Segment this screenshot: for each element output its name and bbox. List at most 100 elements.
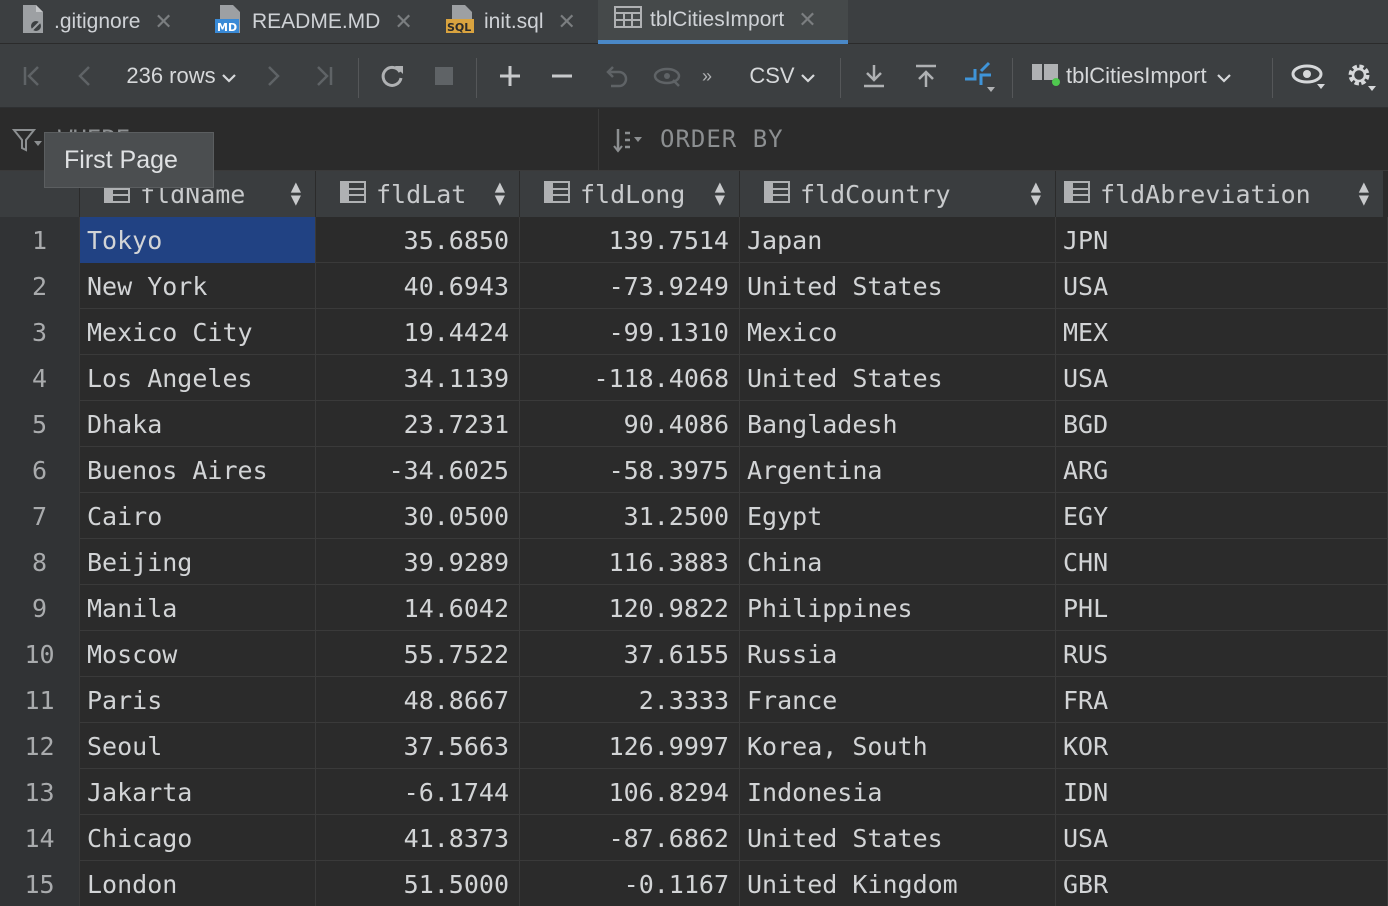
- close-icon[interactable]: ✕: [394, 9, 412, 35]
- cell-fldlong[interactable]: -0.1167: [520, 861, 740, 906]
- cell-fldname[interactable]: Seoul: [80, 723, 316, 769]
- cell-fldabreviation[interactable]: IDN: [1056, 769, 1388, 815]
- cell-fldlat[interactable]: 55.7522: [316, 631, 520, 677]
- close-icon[interactable]: ✕: [154, 9, 172, 35]
- cell-fldcountry[interactable]: Egypt: [740, 493, 1056, 539]
- cell-fldlong[interactable]: 120.9822: [520, 585, 740, 631]
- cell-fldlong[interactable]: -58.3975: [520, 447, 740, 493]
- cell-fldabreviation[interactable]: GBR: [1056, 861, 1388, 906]
- table-row[interactable]: 10 Moscow 55.7522 37.6155 Russia RUS: [0, 631, 1388, 677]
- cell-fldcountry[interactable]: Korea, South: [740, 723, 1056, 769]
- cell-fldlat[interactable]: 23.7231: [316, 401, 520, 447]
- add-row-icon[interactable]: [490, 44, 530, 108]
- table-row[interactable]: 12 Seoul 37.5663 126.9997 Korea, South KOR: [0, 723, 1388, 769]
- sort-arrows-icon[interactable]: ▲ ▼: [291, 179, 301, 209]
- table-row[interactable]: 2 New York 40.6943 -73.9249 United States USA: [0, 263, 1388, 309]
- table-row[interactable]: 3 Mexico City 19.4424 -99.1310 Mexico MEX: [0, 309, 1388, 355]
- table-row[interactable]: 7 Cairo 30.0500 31.2500 Egypt EGY: [0, 493, 1388, 539]
- tab-readme[interactable]: MD README.MD ✕: [214, 0, 413, 44]
- cell-fldabreviation[interactable]: EGY: [1056, 493, 1388, 539]
- column-header-fldcountry[interactable]: fldCountry ▲ ▼: [740, 171, 1056, 217]
- cell-fldabreviation[interactable]: PHL: [1056, 585, 1388, 631]
- cell-fldlat[interactable]: 48.8667: [316, 677, 520, 723]
- preview-changes-icon[interactable]: [648, 44, 688, 108]
- column-header-fldabreviation[interactable]: fldAbreviation ▲ ▼: [1056, 171, 1384, 217]
- cell-fldlong[interactable]: 31.2500: [520, 493, 740, 539]
- sort-arrows-icon[interactable]: ▲ ▼: [1359, 179, 1369, 209]
- cell-fldname[interactable]: Tokyo: [80, 217, 316, 263]
- tab-init-sql[interactable]: SQL init.sql ✕: [446, 0, 576, 44]
- sort-order-icon[interactable]: [612, 127, 648, 160]
- cell-fldlong[interactable]: 126.9997: [520, 723, 740, 769]
- table-row[interactable]: 1 Tokyo 35.6850 139.7514 Japan JPN: [0, 217, 1388, 263]
- cell-fldname[interactable]: New York: [80, 263, 316, 309]
- cell-fldname[interactable]: Dhaka: [80, 401, 316, 447]
- cell-fldlat[interactable]: 41.8373: [316, 815, 520, 861]
- cell-fldlat[interactable]: 19.4424: [316, 309, 520, 355]
- previous-page-icon[interactable]: [66, 44, 102, 108]
- table-row[interactable]: 4 Los Angeles 34.1139 -118.4068 United State…: [0, 355, 1388, 401]
- column-header-fldlat[interactable]: fldLat ▲ ▼: [316, 171, 520, 217]
- cell-fldcountry[interactable]: Japan: [740, 217, 1056, 263]
- cell-fldabreviation[interactable]: USA: [1056, 263, 1388, 309]
- table-row[interactable]: 14 Chicago 41.8373 -87.6862 United States USA: [0, 815, 1388, 861]
- cell-fldlat[interactable]: 51.5000: [316, 861, 520, 906]
- table-row[interactable]: 8 Beijing 39.9289 116.3883 China CHN: [0, 539, 1388, 585]
- cell-fldcountry[interactable]: United States: [740, 263, 1056, 309]
- table-row[interactable]: 5 Dhaka 23.7231 90.4086 Bangladesh BGD: [0, 401, 1388, 447]
- close-icon[interactable]: ✕: [798, 7, 816, 33]
- cell-fldabreviation[interactable]: JPN: [1056, 217, 1388, 263]
- next-page-icon[interactable]: [256, 44, 292, 108]
- cell-fldlong[interactable]: -99.1310: [520, 309, 740, 355]
- table-row[interactable]: 11 Paris 48.8667 2.3333 France FRA: [0, 677, 1388, 723]
- settings-gear-icon[interactable]: [1338, 44, 1382, 108]
- cell-fldabreviation[interactable]: MEX: [1056, 309, 1388, 355]
- cell-fldname[interactable]: Beijing: [80, 539, 316, 585]
- cell-fldname[interactable]: Jakarta: [80, 769, 316, 815]
- rows-count-dropdown[interactable]: 236 rows: [118, 44, 244, 108]
- column-header-fldlong[interactable]: fldLong ▲ ▼: [520, 171, 740, 217]
- cell-fldcountry[interactable]: Russia: [740, 631, 1056, 677]
- cell-fldlat[interactable]: 34.1139: [316, 355, 520, 401]
- cell-fldlat[interactable]: 37.5663: [316, 723, 520, 769]
- cell-fldabreviation[interactable]: RUS: [1056, 631, 1388, 677]
- cell-fldname[interactable]: Los Angeles: [80, 355, 316, 401]
- cell-fldabreviation[interactable]: ARG: [1056, 447, 1388, 493]
- cell-fldcountry[interactable]: Indonesia: [740, 769, 1056, 815]
- cell-fldname[interactable]: Chicago: [80, 815, 316, 861]
- cell-fldname[interactable]: Buenos Aires: [80, 447, 316, 493]
- cell-fldabreviation[interactable]: FRA: [1056, 677, 1388, 723]
- cell-fldcountry[interactable]: Bangladesh: [740, 401, 1056, 447]
- cell-fldname[interactable]: Paris: [80, 677, 316, 723]
- cell-fldname[interactable]: Cairo: [80, 493, 316, 539]
- cell-fldcountry[interactable]: Philippines: [740, 585, 1056, 631]
- cell-fldlat[interactable]: 39.9289: [316, 539, 520, 585]
- order-by-input[interactable]: ORDER BY: [660, 125, 784, 153]
- table-row[interactable]: 6 Buenos Aires -34.6025 -58.3975 Argentina AR…: [0, 447, 1388, 493]
- table-row[interactable]: 15 London 51.5000 -0.1167 United Kingdom GBR: [0, 861, 1388, 906]
- cell-fldname[interactable]: London: [80, 861, 316, 906]
- cell-fldcountry[interactable]: France: [740, 677, 1056, 723]
- cell-fldlong[interactable]: 116.3883: [520, 539, 740, 585]
- cell-fldname[interactable]: Moscow: [80, 631, 316, 677]
- cell-fldlat[interactable]: -34.6025: [316, 447, 520, 493]
- stop-icon[interactable]: [424, 44, 464, 108]
- sort-arrows-icon[interactable]: ▲ ▼: [1031, 179, 1041, 209]
- refresh-icon[interactable]: [372, 44, 412, 108]
- cell-fldlat[interactable]: -6.1744: [316, 769, 520, 815]
- cell-fldabreviation[interactable]: BGD: [1056, 401, 1388, 447]
- table-row[interactable]: 13 Jakarta -6.1744 106.8294 Indonesia IDN: [0, 769, 1388, 815]
- cell-fldname[interactable]: Mexico City: [80, 309, 316, 355]
- sort-arrows-icon[interactable]: ▲ ▼: [495, 179, 505, 209]
- compare-icon[interactable]: [956, 44, 1000, 108]
- cell-fldlong[interactable]: -118.4068: [520, 355, 740, 401]
- cell-fldabreviation[interactable]: KOR: [1056, 723, 1388, 769]
- cell-fldlat[interactable]: 30.0500: [316, 493, 520, 539]
- last-page-icon[interactable]: [306, 44, 342, 108]
- cell-fldlat[interactable]: 35.6850: [316, 217, 520, 263]
- filter-icon[interactable]: [11, 127, 42, 158]
- cell-fldlat[interactable]: 40.6943: [316, 263, 520, 309]
- cell-fldabreviation[interactable]: CHN: [1056, 539, 1388, 585]
- cell-fldabreviation[interactable]: USA: [1056, 355, 1388, 401]
- delete-row-icon[interactable]: [542, 44, 582, 108]
